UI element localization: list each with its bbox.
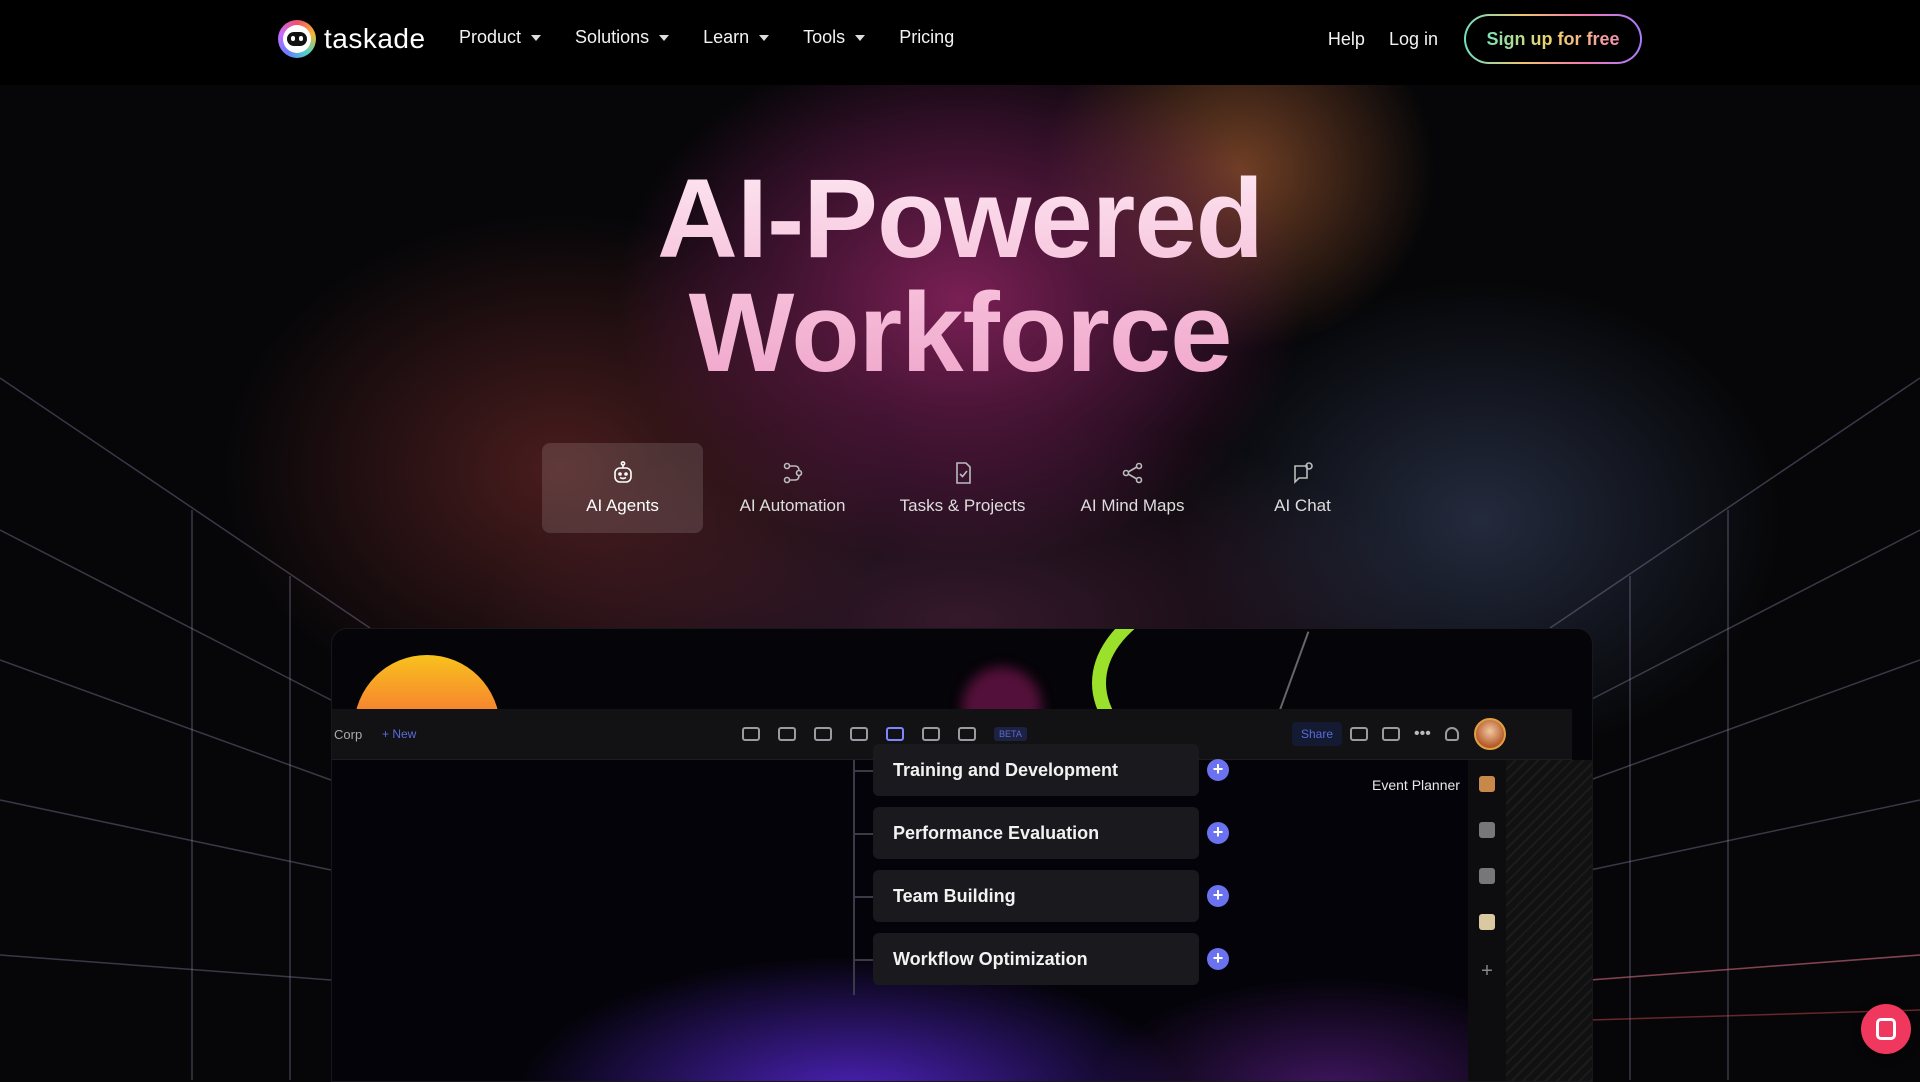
main-menu: Product Solutions Learn Tools Pricing	[459, 27, 954, 48]
mindmap-node[interactable]: Workflow Optimization	[873, 933, 1199, 985]
beta-badge: BETA	[994, 727, 1027, 741]
branch-line	[855, 833, 873, 835]
top-navigation-bar: taskade Product Solutions Learn Tools Pr…	[0, 0, 1920, 85]
gantt-view-icon[interactable]	[958, 727, 976, 741]
menu-tools-label: Tools	[803, 27, 846, 47]
help-link[interactable]: Help	[1328, 29, 1365, 50]
chat-icon	[1293, 462, 1313, 484]
tab-ai-agents-label: AI Agents	[586, 496, 659, 515]
app-preview-window: Corp + New BETA Share ••• Training and D…	[331, 628, 1593, 1082]
settings-icon[interactable]	[1382, 727, 1400, 741]
hourglass-icon[interactable]	[1479, 822, 1495, 838]
mindmap-canvas: Training and Development + Performance E…	[332, 744, 1468, 1081]
tab-ai-chat-label: AI Chat	[1274, 496, 1331, 515]
hero-title: AI-Powered Workforce	[0, 162, 1920, 390]
new-button[interactable]: + New	[382, 727, 416, 741]
menu-pricing-label: Pricing	[899, 27, 955, 47]
chevron-down-icon	[531, 34, 542, 41]
robot-icon	[613, 461, 632, 483]
tasks-icon	[955, 462, 971, 484]
login-link[interactable]: Log in	[1389, 29, 1438, 50]
calendar-view-icon[interactable]	[814, 727, 832, 741]
table-view-icon[interactable]	[850, 727, 868, 741]
chevron-down-icon	[659, 34, 670, 41]
signup-button[interactable]: Sign up for free	[1464, 14, 1642, 64]
hatch-decoration	[1506, 760, 1592, 1081]
automation-icon	[783, 462, 802, 484]
board-view-icon[interactable]	[778, 727, 796, 741]
signup-button-label: Sign up for free	[1486, 28, 1620, 49]
avatar[interactable]	[1474, 718, 1506, 750]
chat-bubble-icon	[1876, 1018, 1896, 1040]
mindmap-node[interactable]: Training and Development	[873, 744, 1199, 796]
org-chart-view-icon[interactable]	[922, 727, 940, 741]
chevron-down-icon	[855, 34, 866, 41]
menu-solutions[interactable]: Solutions	[575, 27, 670, 48]
nav-actions: Help Log in Sign up for free	[1328, 14, 1642, 64]
toolbar-actions: •••	[1350, 725, 1459, 743]
tab-tasks-projects-label: Tasks & Projects	[899, 496, 1026, 515]
agent-sidebar: +	[1468, 760, 1506, 1081]
hero-title-line-2: Workforce	[688, 270, 1232, 395]
agent-icon[interactable]	[1479, 776, 1495, 792]
tab-ai-chat[interactable]: AI Chat	[1222, 443, 1383, 533]
tab-ai-automation[interactable]: AI Automation	[712, 443, 873, 533]
taskade-logo[interactable]: taskade	[278, 20, 426, 58]
add-node-icon[interactable]: +	[1207, 822, 1229, 844]
node-label: Performance Evaluation	[893, 822, 1100, 843]
mindmap-node[interactable]: Performance Evaluation	[873, 807, 1199, 859]
note-icon[interactable]	[1479, 914, 1495, 930]
menu-pricing[interactable]: Pricing	[899, 27, 954, 48]
branch-line	[855, 959, 873, 961]
list-view-icon[interactable]	[742, 727, 760, 741]
taskade-logo-icon	[278, 20, 316, 58]
share-button[interactable]: Share	[1292, 722, 1343, 746]
menu-tools[interactable]: Tools	[803, 27, 866, 48]
plus-icon[interactable]: +	[1468, 960, 1506, 983]
tab-ai-mind-maps-label: AI Mind Maps	[1080, 496, 1185, 515]
workspace-name[interactable]: Corp	[334, 727, 362, 742]
tab-ai-mind-maps[interactable]: AI Mind Maps	[1052, 443, 1213, 533]
image-icon[interactable]	[1479, 868, 1495, 884]
tab-ai-automation-label: AI Automation	[739, 496, 846, 515]
node-label: Team Building	[893, 885, 1016, 906]
add-node-icon[interactable]: +	[1207, 885, 1229, 907]
branch-line	[855, 770, 873, 772]
view-switcher: BETA	[742, 727, 1027, 741]
tab-ai-agents[interactable]: AI Agents	[542, 443, 703, 533]
menu-product[interactable]: Product	[459, 27, 542, 48]
menu-learn[interactable]: Learn	[703, 27, 770, 48]
menu-product-label: Product	[459, 27, 522, 47]
node-label: Workflow Optimization	[893, 948, 1088, 969]
mindmap-view-icon[interactable]	[886, 727, 904, 741]
hero-title-line-1: AI-Powered	[656, 156, 1264, 281]
logo-text: taskade	[324, 23, 426, 54]
agent-label: Event Planner	[1372, 777, 1460, 793]
chevron-down-icon	[759, 34, 770, 41]
feature-tabs: AI Agents AI Automation Tasks & Projects…	[542, 443, 1392, 533]
add-node-icon[interactable]: +	[1207, 759, 1229, 781]
mindmap-node[interactable]: Team Building	[873, 870, 1199, 922]
tab-tasks-projects[interactable]: Tasks & Projects	[882, 443, 1043, 533]
automation-icon[interactable]	[1350, 727, 1368, 741]
branch-line	[855, 896, 873, 898]
menu-learn-label: Learn	[703, 27, 750, 47]
support-chat-button[interactable]	[1861, 1004, 1911, 1054]
bell-icon[interactable]	[1444, 727, 1459, 741]
add-node-icon[interactable]: +	[1207, 948, 1229, 970]
mindmap-icon	[1122, 462, 1142, 484]
node-label: Training and Development	[893, 759, 1119, 780]
menu-solutions-label: Solutions	[575, 27, 650, 47]
more-icon[interactable]: •••	[1414, 725, 1431, 743]
